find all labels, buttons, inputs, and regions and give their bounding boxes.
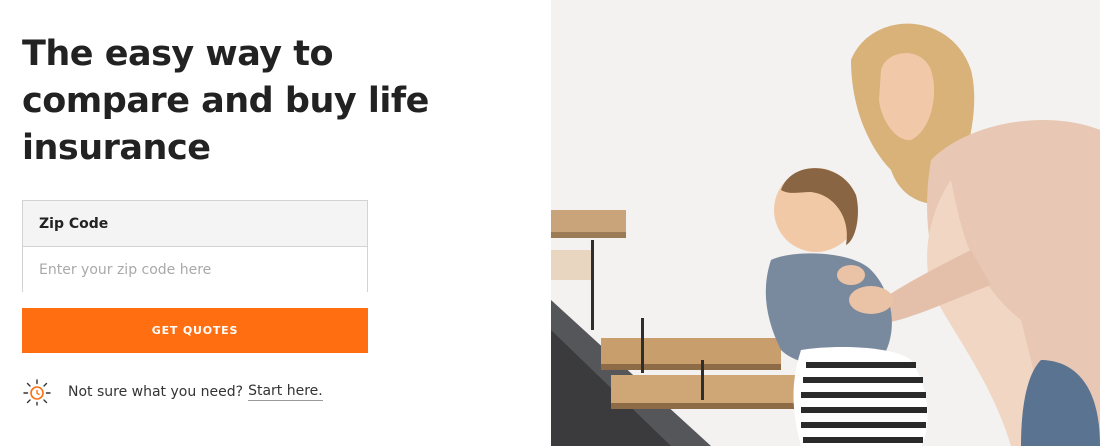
headline-line-3: insurance <box>22 128 211 168</box>
zip-code-form: Zip Code <box>22 200 368 292</box>
hero-photo <box>551 0 1100 446</box>
mother-child-stairs-image <box>551 0 1100 446</box>
get-quotes-button[interactable]: GET QUOTES <box>22 308 368 353</box>
hero-content: The easy way to compare and buy life ins… <box>0 0 551 446</box>
zip-label-row: Zip Code <box>23 201 367 247</box>
sun-icon <box>22 378 52 406</box>
zip-code-label: Zip Code <box>39 215 109 232</box>
page-title: The easy way to compare and buy life ins… <box>22 31 442 172</box>
help-text: Not sure what you need? <box>68 384 244 400</box>
start-here-link[interactable]: Start here. <box>248 383 323 401</box>
help-prompt: Not sure what you need? Start here. <box>22 378 323 406</box>
headline-line-1: The easy way to <box>22 34 334 74</box>
zip-code-input[interactable] <box>23 247 367 292</box>
headline-line-2: compare and buy life <box>22 81 429 121</box>
